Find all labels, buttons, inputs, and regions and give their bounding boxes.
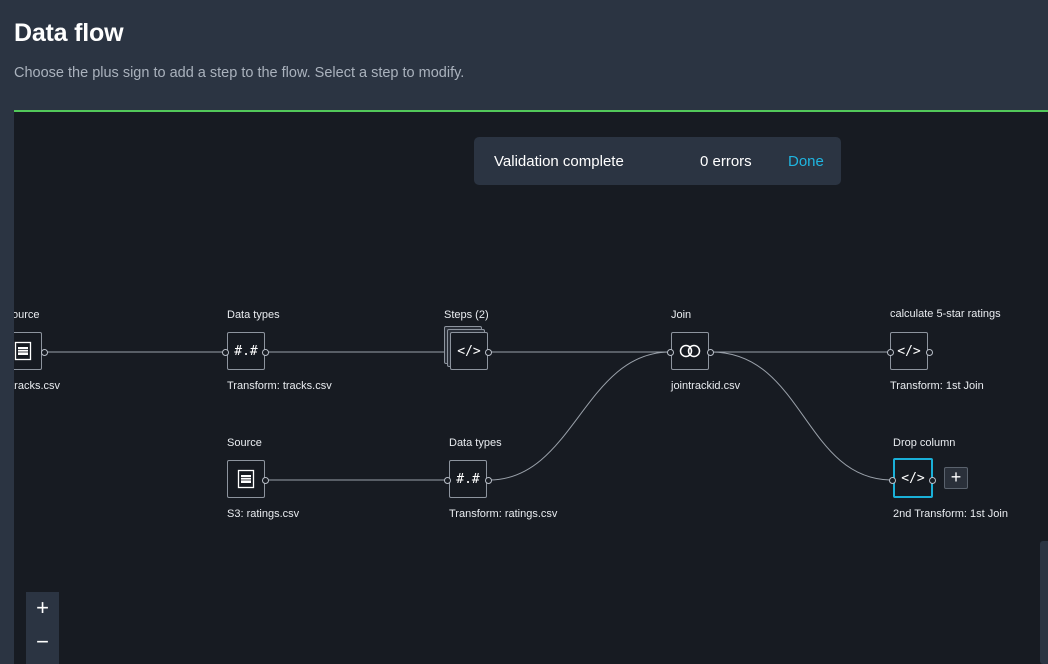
validation-status: Validation complete	[494, 153, 624, 170]
datatypes-ratings-title: Data types	[449, 437, 502, 449]
input-port[interactable]	[887, 349, 894, 356]
code-icon: </>	[457, 343, 481, 359]
join-title: Join	[671, 309, 692, 321]
drop-column-title: Drop column	[893, 437, 956, 449]
source-tracks-title: ource	[14, 309, 40, 321]
flow-canvas[interactable]: ource : tracks.csv Data types #.# Transf…	[14, 112, 1048, 664]
output-port[interactable]	[485, 349, 492, 356]
source-ratings-title: Source	[227, 437, 262, 449]
page-header: Data flow Choose the plus sign to add a …	[0, 0, 1048, 110]
zoom-controls: + −	[26, 592, 59, 664]
output-port[interactable]	[926, 349, 933, 356]
datatypes-tracks-title: Data types	[227, 309, 280, 321]
hash-number-icon: #.#	[234, 343, 258, 359]
page-subtitle: Choose the plus sign to add a step to th…	[14, 65, 465, 81]
hash-number-icon: #.#	[456, 471, 480, 487]
output-port[interactable]	[929, 477, 936, 484]
file-table-icon	[14, 341, 32, 361]
add-step-button[interactable]: +	[944, 467, 968, 489]
edge-join-to-drop	[710, 351, 893, 481]
source-tracks-node[interactable]	[14, 332, 42, 370]
code-icon: </>	[901, 470, 925, 486]
source-tracks-subtitle: : tracks.csv	[14, 380, 61, 392]
input-port[interactable]	[667, 349, 674, 356]
input-port[interactable]	[222, 349, 229, 356]
done-button[interactable]: Done	[788, 153, 824, 170]
join-node[interactable]	[671, 332, 709, 370]
output-port[interactable]	[262, 477, 269, 484]
zoom-out-button[interactable]: −	[26, 628, 59, 658]
calc-5star-title: calculate 5-star ratings	[890, 308, 1001, 320]
page-title: Data flow	[14, 19, 124, 47]
output-port[interactable]	[485, 477, 492, 484]
input-port[interactable]	[889, 477, 896, 484]
datatypes-tracks-subtitle: Transform: tracks.csv	[227, 380, 332, 392]
code-icon: </>	[897, 343, 921, 359]
output-port[interactable]	[707, 349, 714, 356]
join-circles-icon	[679, 344, 701, 358]
source-ratings-subtitle: S3: ratings.csv	[227, 508, 300, 520]
edge-datatypes-ratings-to-join	[488, 351, 671, 481]
steps-title: Steps (2)	[444, 309, 489, 321]
validation-error-count: 0 errors	[700, 153, 752, 170]
validation-banner: Validation complete 0 errors Done	[474, 137, 841, 185]
file-table-icon	[237, 469, 255, 489]
drop-column-subtitle: 2nd Transform: 1st Join	[893, 508, 1008, 520]
input-port[interactable]	[444, 477, 451, 484]
side-panel-edge	[1040, 541, 1048, 664]
join-subtitle: jointrackid.csv	[671, 380, 741, 392]
datatypes-ratings-node[interactable]: #.#	[449, 460, 487, 498]
datatypes-ratings-subtitle: Transform: ratings.csv	[449, 508, 558, 520]
output-port[interactable]	[262, 349, 269, 356]
calc-5star-node[interactable]: </>	[890, 332, 928, 370]
steps-node[interactable]: </>	[450, 332, 488, 370]
source-ratings-node[interactable]	[227, 460, 265, 498]
drop-column-node[interactable]: </>	[893, 458, 933, 498]
calc-5star-subtitle: Transform: 1st Join	[890, 380, 984, 392]
datatypes-tracks-node[interactable]: #.#	[227, 332, 265, 370]
zoom-in-button[interactable]: +	[26, 594, 59, 624]
output-port[interactable]	[41, 349, 48, 356]
